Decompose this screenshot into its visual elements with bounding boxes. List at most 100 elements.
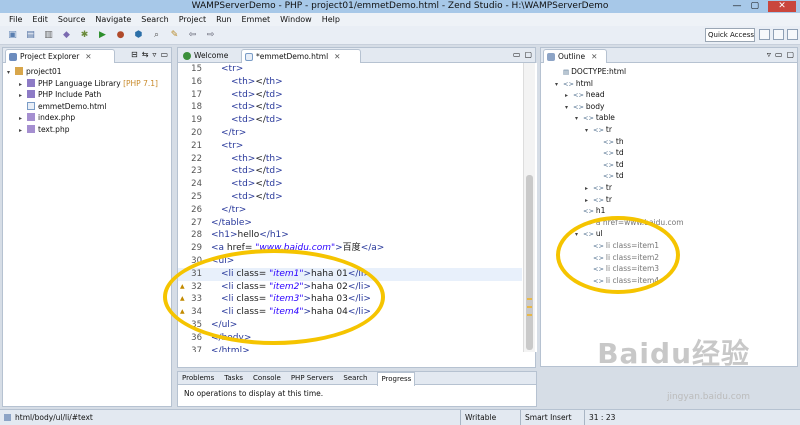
code-line[interactable]: <td></td> bbox=[231, 165, 283, 178]
tab-tasks[interactable]: Tasks bbox=[224, 372, 243, 386]
view-menu-icon[interactable]: ▿ bbox=[767, 50, 771, 59]
code-line[interactable]: <td></td> bbox=[231, 101, 283, 114]
code-line[interactable]: <a href= "www.baidu.com">百度</a> bbox=[211, 242, 384, 255]
outline-item[interactable]: <> li class=item2 bbox=[541, 252, 797, 264]
tree-item-text-php[interactable]: ▸ text.php bbox=[3, 124, 171, 136]
close-icon[interactable]: ✕ bbox=[591, 52, 597, 61]
outline-item[interactable]: ▾ <> body bbox=[541, 101, 797, 113]
code-line[interactable]: <li class= "item3">haha 03</li> bbox=[221, 293, 371, 306]
tab-outline[interactable]: Outline ✕ bbox=[543, 49, 607, 63]
code-editor[interactable]: 15 <tr> 16 <th></th> 17 <td></td> 18 <td></td> 1… bbox=[178, 63, 537, 352]
tab-emmetdemo-html[interactable]: *emmetDemo.html ✕ bbox=[241, 49, 361, 63]
php-perspective-icon[interactable] bbox=[773, 29, 784, 40]
close-icon[interactable]: ✕ bbox=[334, 52, 340, 61]
outline-item[interactable]: <> th bbox=[541, 136, 797, 148]
tree-item-project01[interactable]: ▾ project01 bbox=[3, 66, 171, 78]
menu-search[interactable]: Search bbox=[136, 13, 173, 26]
tab-php-servers[interactable]: PHP Servers bbox=[291, 372, 334, 386]
menu-project[interactable]: Project bbox=[174, 13, 211, 26]
code-line[interactable]: <li class= "item2">haha 02</li> bbox=[221, 281, 371, 294]
new-class-icon[interactable]: ⬢ bbox=[132, 30, 145, 41]
outline-item[interactable]: <> a href=www.baidu.com bbox=[541, 217, 797, 229]
warning-marker[interactable] bbox=[527, 306, 532, 308]
back-arrow-icon[interactable]: ⇦ bbox=[186, 30, 199, 41]
view-menu-icon[interactable]: ▿ bbox=[152, 50, 156, 59]
code-line[interactable]: <th></th> bbox=[231, 76, 283, 89]
minimize-view-icon[interactable]: ▭ bbox=[160, 50, 168, 59]
outline-item[interactable]: ▸ <> tr bbox=[541, 182, 797, 194]
code-line[interactable]: <td></td> bbox=[231, 89, 283, 102]
code-line[interactable]: <td></td> bbox=[231, 178, 283, 191]
warning-marker[interactable] bbox=[527, 298, 532, 300]
menu-edit[interactable]: Edit bbox=[27, 13, 53, 26]
scrollbar-thumb[interactable] bbox=[526, 175, 533, 350]
outline-item[interactable]: ▸ <> head bbox=[541, 89, 797, 101]
code-line[interactable]: <ul> bbox=[211, 255, 234, 268]
outline-item[interactable]: ▾ <> table bbox=[541, 112, 797, 124]
code-line[interactable]: </tr> bbox=[221, 204, 246, 217]
code-line[interactable]: <th></th> bbox=[231, 153, 283, 166]
close-button[interactable]: ✕ bbox=[768, 1, 796, 12]
minimize-view-icon[interactable]: ▭ bbox=[775, 50, 783, 59]
tree-item-index-php[interactable]: ▸ index.php bbox=[3, 112, 171, 124]
outline-item[interactable]: <> h1 bbox=[541, 205, 797, 217]
menu-window[interactable]: Window bbox=[275, 13, 317, 26]
outline-item[interactable]: ▾ <> html bbox=[541, 78, 797, 90]
save-icon[interactable]: ▤ bbox=[24, 30, 37, 41]
outline-item[interactable]: ▾ <> tr bbox=[541, 124, 797, 136]
warning-icon[interactable]: ▲ bbox=[180, 283, 186, 290]
new-icon[interactable]: ▣ bbox=[6, 30, 19, 41]
tab-progress[interactable]: Progress bbox=[377, 372, 416, 386]
tree-item-emmetdemo-html[interactable]: emmetDemo.html bbox=[3, 101, 171, 113]
code-line[interactable]: <li class= "item4">haha 04</li> bbox=[221, 306, 371, 319]
outline-item[interactable]: <> li class=item4 bbox=[541, 275, 797, 287]
open-perspective-icon[interactable] bbox=[759, 29, 770, 40]
maximize-view-icon[interactable]: ▢ bbox=[524, 50, 532, 59]
collapse-all-icon[interactable]: ⊟ bbox=[131, 50, 138, 59]
forward-arrow-icon[interactable]: ⇨ bbox=[204, 30, 217, 41]
code-line[interactable]: </body> bbox=[211, 332, 251, 345]
warning-marker[interactable] bbox=[527, 314, 532, 316]
menu-help[interactable]: Help bbox=[317, 13, 345, 26]
tab-welcome[interactable]: Welcome bbox=[180, 49, 240, 63]
tab-project-explorer[interactable]: Project Explorer ✕ bbox=[5, 49, 115, 63]
menu-source[interactable]: Source bbox=[53, 13, 90, 26]
tab-problems[interactable]: Problems bbox=[182, 372, 214, 386]
warning-icon[interactable]: ▲ bbox=[180, 296, 186, 302]
outline-item[interactable]: <> td bbox=[541, 147, 797, 159]
outline-item[interactable]: <> td bbox=[541, 170, 797, 182]
tree-item-php-language-library[interactable]: ▸ PHP Language Library [PHP 7.1] bbox=[3, 78, 171, 90]
code-line[interactable]: <tr> bbox=[221, 63, 243, 76]
tab-console[interactable]: Console bbox=[253, 372, 281, 386]
minimize-button[interactable]: — bbox=[732, 1, 741, 12]
search-icon[interactable]: ⌕ bbox=[150, 30, 163, 41]
maximize-button[interactable]: ▢ bbox=[750, 1, 759, 12]
expand-arrow-icon[interactable]: ▸ bbox=[19, 125, 27, 137]
code-line[interactable]: </table> bbox=[211, 217, 252, 230]
code-line[interactable]: <li class= "item1">haha 01</li> bbox=[221, 268, 371, 281]
minimize-view-icon[interactable]: ▭ bbox=[513, 50, 521, 59]
code-line[interactable]: </html> bbox=[211, 345, 250, 352]
quick-access-input[interactable]: Quick Access bbox=[705, 28, 755, 42]
external-tools-icon[interactable]: ● bbox=[114, 30, 127, 41]
warning-icon[interactable]: ▲ bbox=[180, 309, 186, 315]
close-icon[interactable]: ✕ bbox=[85, 52, 91, 61]
link-editor-icon[interactable]: ⇆ bbox=[142, 50, 149, 59]
outline-item[interactable]: ▸ <> tr bbox=[541, 194, 797, 206]
outline-item[interactable]: <> li class=item1 bbox=[541, 240, 797, 252]
tab-search[interactable]: Search bbox=[343, 372, 367, 386]
code-line[interactable]: </tr> bbox=[221, 127, 246, 140]
debug-icon[interactable]: ✱ bbox=[78, 30, 91, 41]
code-line[interactable]: <td></td> bbox=[231, 114, 283, 127]
outline-item[interactable]: ▤ DOCTYPE:html bbox=[541, 66, 797, 78]
code-line[interactable]: </ul> bbox=[211, 319, 237, 332]
tree-item-php-include-path[interactable]: ▸ PHP Include Path bbox=[3, 89, 171, 101]
outline-item[interactable]: ▾ <> ul bbox=[541, 228, 797, 240]
outline-item[interactable]: <> td bbox=[541, 159, 797, 171]
code-line[interactable]: <td></td> bbox=[231, 191, 283, 204]
menu-emmet[interactable]: Emmet bbox=[236, 13, 275, 26]
debug-perspective-icon[interactable] bbox=[787, 29, 798, 40]
pencil-icon[interactable]: ✎ bbox=[168, 30, 181, 41]
php-project-icon[interactable]: ◆ bbox=[60, 30, 73, 41]
run-icon[interactable]: ▶ bbox=[96, 30, 109, 41]
